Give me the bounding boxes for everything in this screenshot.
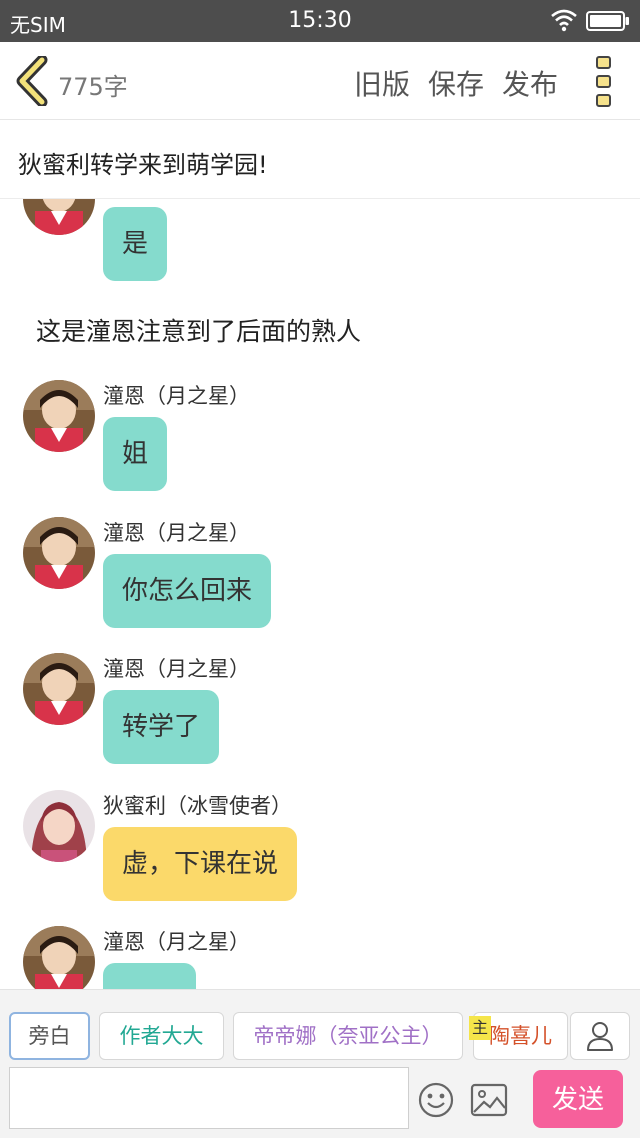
character-chip-titina[interactable]: 帝帝娜（奈亚公主） — [233, 1012, 463, 1060]
avatar — [23, 199, 95, 235]
smiley-icon[interactable] — [418, 1082, 454, 1118]
input-bar: 发送 — [0, 1061, 640, 1138]
avatar — [23, 380, 95, 452]
chevron-left-icon[interactable] — [12, 56, 52, 106]
main-character-tag: 主 — [469, 1016, 491, 1040]
narration-text[interactable]: 这是潼恩注意到了后面的熟人 — [36, 312, 361, 348]
status-bar: 无SIM 15:30 — [0, 0, 640, 42]
user-icon — [587, 1022, 613, 1051]
avatar — [23, 790, 95, 862]
message-bubble[interactable]: 转学了 — [103, 690, 220, 764]
author-chip[interactable]: 作者大大 — [99, 1012, 224, 1060]
publish-button[interactable]: 发布 — [502, 63, 558, 103]
sender-name: 潼恩（月之星） — [103, 930, 250, 954]
avatar — [23, 653, 95, 725]
message-bubble[interactable]: 是 — [103, 207, 168, 281]
message-bubble[interactable] — [103, 963, 196, 989]
add-character-button[interactable] — [570, 1012, 630, 1060]
message-bubble[interactable]: 虚，下课在说 — [103, 827, 298, 901]
character-selector: 旁白 作者大大 帝帝娜（奈亚公主） 陶喜儿 — [0, 989, 640, 1061]
chat-area[interactable]: 是 这是潼恩注意到了后面的熟人 潼恩（月之星） 姐 潼恩（月之星） 你怎么回来 … — [0, 199, 640, 989]
send-button[interactable]: 发送 — [533, 1070, 623, 1128]
wifi-icon — [551, 9, 577, 32]
message-input[interactable] — [9, 1067, 409, 1129]
battery-icon — [586, 11, 629, 31]
sender-name: 潼恩（月之星） — [103, 521, 250, 545]
message-bubble[interactable]: 姐 — [103, 417, 168, 491]
narration-chip[interactable]: 旁白 — [9, 1012, 90, 1060]
avatar — [23, 517, 95, 589]
story-title-bar[interactable]: 狄蜜利转学来到萌学园! — [0, 121, 640, 199]
word-count: 775字 — [58, 73, 128, 101]
sender-name: 潼恩（月之星） — [103, 657, 250, 681]
old-version-button[interactable]: 旧版 — [354, 63, 410, 103]
save-button[interactable]: 保存 — [428, 63, 484, 103]
sender-name: 潼恩（月之星） — [103, 384, 250, 408]
clock: 15:30 — [288, 8, 352, 33]
story-title: 狄蜜利转学来到萌学园! — [18, 151, 268, 179]
message-bubble[interactable]: 你怎么回来 — [103, 554, 272, 628]
more-vertical-icon[interactable] — [594, 56, 614, 108]
editor-toolbar: 775字 旧版 保存 发布 — [0, 42, 640, 120]
sender-name: 狄蜜利（冰雪使者） — [103, 794, 292, 818]
avatar — [23, 926, 95, 989]
image-icon[interactable] — [470, 1082, 508, 1118]
